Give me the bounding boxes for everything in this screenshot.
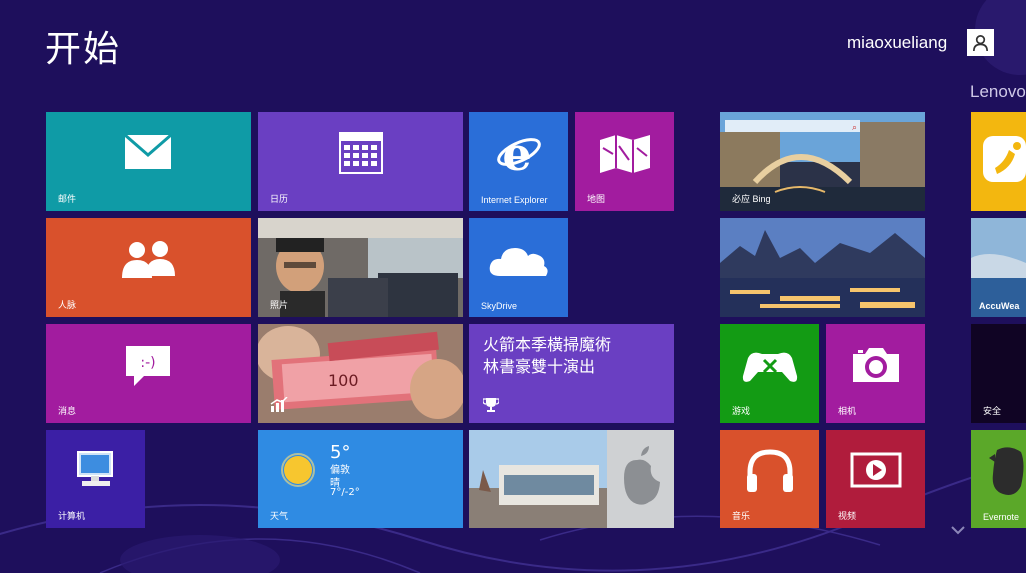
finance-chart-icon [270,397,288,413]
xbox-controller-icon [742,348,798,384]
svg-text::-): :-) [140,355,155,371]
tile-skydrive-label: SkyDrive [481,301,518,311]
tile-video[interactable]: 视频 [826,430,925,528]
tile-skydrive[interactable]: SkyDrive [469,218,568,317]
tile-mail-label: 邮件 [58,194,77,204]
rio-city-image [720,218,925,317]
tile-people[interactable]: 人脉 [46,218,251,317]
news-headline-line1: 火箭本季橫掃魔術 [483,335,612,354]
tile-people-label: 人脉 [58,300,77,310]
tile-internet-explorer[interactable]: e Internet Explorer [469,112,568,211]
tile-news-photo[interactable] [469,430,674,528]
people-icon [120,238,178,280]
scroll-down-chevron-icon[interactable] [950,520,966,539]
start-title: 开始 [45,29,122,70]
sun-icon [278,450,318,490]
tile-travel-photo[interactable] [720,218,925,317]
tile-camera-label: 相机 [838,406,857,416]
tile-accuweather[interactable]: AccuWea [971,218,1026,317]
tile-messaging-label: 消息 [58,406,77,416]
user-name[interactable]: miaoxueliang [847,33,947,53]
tile-camera[interactable]: 相机 [826,324,925,423]
photos-tile-image [258,218,463,317]
money-image: 100 [258,324,463,423]
tile-video-label: 视频 [838,511,857,521]
tile-music[interactable]: 音乐 [720,430,819,528]
tile-weather[interactable]: 5° 偏敦 晴 7°/-2° 天气 [258,430,463,528]
tile-mail[interactable]: 邮件 [46,112,251,211]
tile-evernote[interactable]: Evernote [971,430,1026,528]
tile-security[interactable]: 安全 [971,324,1026,423]
user-icon [972,34,989,52]
user-avatar[interactable] [967,29,994,56]
calendar-icon [339,132,383,174]
trophy-icon [483,397,499,413]
tile-photos[interactable]: 照片 [258,218,463,317]
headphones-icon [745,448,795,494]
internet-explorer-icon: e [495,130,543,176]
tile-computer-label: 计算机 [58,511,86,521]
messaging-icon: :-) [124,344,172,388]
tile-games-label: 游戏 [732,406,751,416]
evernote-elephant-icon [989,444,1026,500]
cloud-icon [488,242,550,278]
tile-accuweather-label: AccuWea [979,301,1020,311]
video-icon [850,452,902,488]
tile-news[interactable]: 火箭本季橫掃魔術 林書豪雙十演出 [469,324,674,423]
tile-maps[interactable]: 地图 [575,112,674,211]
svg-text:e: e [502,130,531,176]
lenovo-app-icon [981,134,1026,184]
tile-music-label: 音乐 [732,511,751,521]
weather-range: 7°/-2° [330,487,360,498]
tile-evernote-label: Evernote [983,512,1020,522]
tile-computer[interactable]: 计算机 [46,430,145,528]
svg-text:⌕: ⌕ [852,123,857,133]
tile-lenovo-app[interactable] [971,112,1026,211]
tile-calendar-label: 日历 [270,194,289,204]
mail-icon [124,134,172,170]
tile-internet-explorer-label: Internet Explorer [481,195,548,205]
news-headline-line2: 林書豪雙十演出 [483,357,596,376]
map-icon [599,134,651,174]
tile-photos-label: 照片 [270,300,289,310]
tile-games[interactable]: 游戏 [720,324,819,423]
tile-security-label: 安全 [983,406,1002,416]
tile-bing[interactable]: ⌕ 必应 Bing [720,112,925,211]
tile-finance-photo[interactable]: 100 [258,324,463,423]
svg-text:100: 100 [328,371,359,390]
apple-store-image [469,430,674,528]
computer-icon [74,450,118,490]
tile-weather-label: 天气 [270,511,289,521]
tile-calendar[interactable]: 日历 [258,112,463,211]
weather-temperature: 5° [330,442,351,463]
tile-bing-label: 必应 Bing [732,194,771,204]
group-label-lenovo: Lenovo [970,82,1026,101]
tile-maps-label: 地图 [587,194,606,204]
news-headline: 火箭本季橫掃魔術 林書豪雙十演出 [483,334,611,378]
camera-icon [851,346,901,384]
tile-messaging[interactable]: :-) 消息 [46,324,251,423]
